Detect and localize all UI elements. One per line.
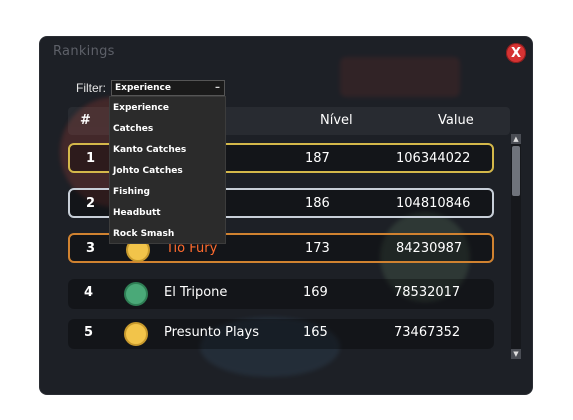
row-level: 173 bbox=[305, 241, 330, 256]
background-art bbox=[340, 57, 460, 97]
filter-selected-value: Experience bbox=[115, 83, 171, 93]
row-rank: 3 bbox=[86, 241, 96, 256]
header-value: Value bbox=[438, 113, 474, 128]
filter-option-catches[interactable]: Catches bbox=[110, 118, 225, 139]
player-name: Presunto Plays bbox=[164, 325, 259, 340]
table-row[interactable]: 5 Presunto Plays 165 73467352 bbox=[68, 319, 494, 349]
row-value: 84230987 bbox=[396, 241, 463, 256]
header-level: Nível bbox=[320, 113, 353, 128]
row-level: 165 bbox=[303, 325, 328, 340]
player-avatar bbox=[124, 322, 148, 346]
window-title: Rankings bbox=[53, 44, 115, 59]
table-row[interactable]: 4 El Tripone 169 78532017 bbox=[68, 279, 494, 309]
row-rank: 4 bbox=[84, 285, 94, 300]
row-rank: 1 bbox=[86, 151, 96, 166]
filter-option-rock-smash[interactable]: Rock Smash bbox=[110, 223, 225, 244]
row-value: 73467352 bbox=[394, 325, 461, 340]
filter-select[interactable]: Experience – bbox=[111, 80, 225, 96]
collapse-icon: – bbox=[215, 82, 220, 93]
row-rank: 5 bbox=[84, 325, 94, 340]
rankings-window: Rankings X Filter: Experience – # Nível … bbox=[40, 37, 532, 394]
filter-option-fishing[interactable]: Fishing bbox=[110, 181, 225, 202]
header-rank: # bbox=[80, 113, 91, 128]
row-level: 186 bbox=[305, 196, 330, 211]
row-value: 104810846 bbox=[396, 196, 471, 211]
player-name: El Tripone bbox=[164, 285, 228, 300]
row-level: 187 bbox=[305, 151, 330, 166]
scroll-down-icon[interactable]: ▼ bbox=[511, 349, 521, 359]
filter-option-johto-catches[interactable]: Johto Catches bbox=[110, 160, 225, 181]
filter-option-experience[interactable]: Experience bbox=[110, 97, 225, 118]
row-rank: 2 bbox=[86, 196, 96, 211]
scroll-up-icon[interactable]: ▲ bbox=[511, 134, 521, 144]
filter-dropdown[interactable]: Experience Catches Kanto Catches Johto C… bbox=[109, 96, 226, 244]
scroll-thumb[interactable] bbox=[512, 146, 520, 196]
row-value: 78532017 bbox=[394, 285, 461, 300]
filter-option-headbutt[interactable]: Headbutt bbox=[110, 202, 225, 223]
row-level: 169 bbox=[303, 285, 328, 300]
row-value: 106344022 bbox=[396, 151, 471, 166]
close-button[interactable]: X bbox=[506, 43, 526, 63]
filter-label: Filter: bbox=[76, 81, 106, 95]
filter-option-kanto-catches[interactable]: Kanto Catches bbox=[110, 139, 225, 160]
player-avatar bbox=[124, 282, 148, 306]
scrollbar[interactable]: ▲ ▼ bbox=[511, 134, 521, 359]
